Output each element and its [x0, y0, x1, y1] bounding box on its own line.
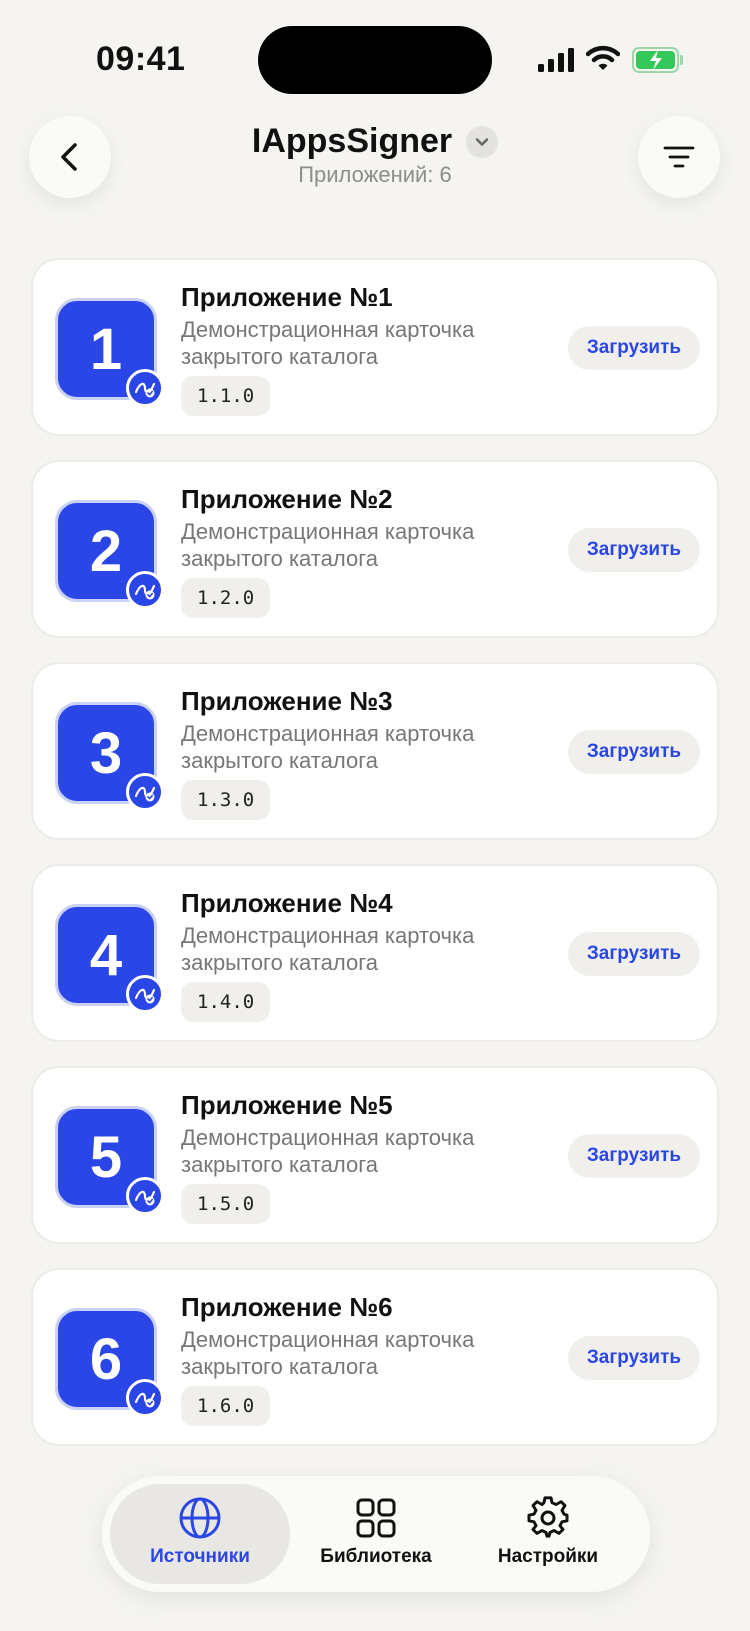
app-name: Приложение №1	[181, 282, 393, 312]
globe-icon	[179, 1497, 221, 1539]
tab-label: Библиотека	[320, 1546, 432, 1567]
download-button[interactable]: Загрузить	[568, 1134, 700, 1178]
app-name: Приложение №6	[181, 1292, 393, 1322]
version-badge: 1.6.0	[181, 1386, 271, 1426]
verified-badge-icon	[126, 571, 164, 609]
version-badge: 1.2.0	[181, 578, 271, 618]
verified-badge-icon	[126, 369, 164, 407]
status-time: 09:41	[96, 40, 186, 78]
app-card[interactable]: 2 Приложение №2 Демонстрационная карточк…	[31, 460, 719, 638]
tab-label: Источники	[150, 1546, 250, 1567]
page-title: IAppsSigner	[251, 122, 453, 160]
app-name: Приложение №4	[181, 888, 393, 918]
download-button[interactable]: Загрузить	[568, 528, 700, 572]
status-bar: 09:41	[0, 0, 750, 120]
download-button[interactable]: Загрузить	[568, 1336, 700, 1380]
download-button[interactable]: Загрузить	[568, 326, 700, 370]
version-badge: 1.1.0	[181, 376, 271, 416]
version-badge: 1.4.0	[181, 982, 271, 1022]
tab-bar: Источники Библиотека Настройки	[102, 1476, 650, 1592]
apps-count: Приложений: 6	[298, 162, 452, 187]
app-card[interactable]: 1 Приложение №1 Демонстрационная карточк…	[31, 258, 719, 436]
app-icon-number: 2	[89, 518, 123, 584]
cellular-signal-icon	[538, 48, 574, 72]
app-card[interactable]: 6 Приложение №6 Демонстрационная карточк…	[31, 1268, 719, 1446]
download-button[interactable]: Загрузить	[568, 730, 700, 774]
wifi-icon	[586, 45, 620, 70]
app-name: Приложение №2	[181, 484, 393, 514]
app-description: Демонстрационная карточка закрытого ката…	[181, 1125, 475, 1177]
app-icon-number: 4	[89, 922, 123, 988]
grid-icon	[356, 1498, 396, 1538]
app-card[interactable]: 5 Приложение №5 Демонстрационная карточк…	[31, 1066, 719, 1244]
dynamic-island	[258, 26, 492, 94]
app-description: Демонстрационная карточка закрытого ката…	[181, 721, 475, 773]
verified-badge-icon	[126, 1379, 164, 1417]
gear-icon	[527, 1496, 569, 1538]
app-description: Демонстрационная карточка закрытого ката…	[181, 317, 475, 369]
app-description: Демонстрационная карточка закрытого ката…	[181, 923, 475, 975]
chevron-down-icon[interactable]	[466, 125, 499, 158]
battery-charging-icon	[632, 47, 683, 73]
app-list: 1 Приложение №1 Демонстрационная карточк…	[31, 258, 719, 1470]
version-badge: 1.5.0	[181, 1184, 271, 1224]
app-description: Демонстрационная карточка закрытого ката…	[181, 519, 475, 571]
app-name: Приложение №3	[181, 686, 393, 716]
version-badge: 1.3.0	[181, 780, 271, 820]
app-icon-number: 1	[89, 316, 123, 382]
app-description: Демонстрационная карточка закрытого ката…	[181, 1327, 475, 1379]
app-icon-number: 3	[89, 720, 123, 786]
verified-badge-icon	[126, 1177, 164, 1215]
app-icon-number: 6	[89, 1326, 123, 1392]
app-name: Приложение №5	[181, 1090, 393, 1120]
tab-library[interactable]: Библиотека	[286, 1484, 466, 1584]
tab-sources[interactable]: Источники	[110, 1484, 290, 1584]
verified-badge-icon	[126, 975, 164, 1013]
verified-badge-icon	[126, 773, 164, 811]
app-icon-number: 5	[89, 1124, 123, 1190]
filter-button[interactable]	[638, 116, 720, 198]
filter-icon	[663, 146, 695, 168]
tab-label: Настройки	[497, 1546, 599, 1567]
tab-settings[interactable]: Настройки	[458, 1484, 638, 1584]
app-card[interactable]: 3 Приложение №3 Демонстрационная карточк…	[31, 662, 719, 840]
download-button[interactable]: Загрузить	[568, 932, 700, 976]
app-card[interactable]: 4 Приложение №4 Демонстрационная карточк…	[31, 864, 719, 1042]
